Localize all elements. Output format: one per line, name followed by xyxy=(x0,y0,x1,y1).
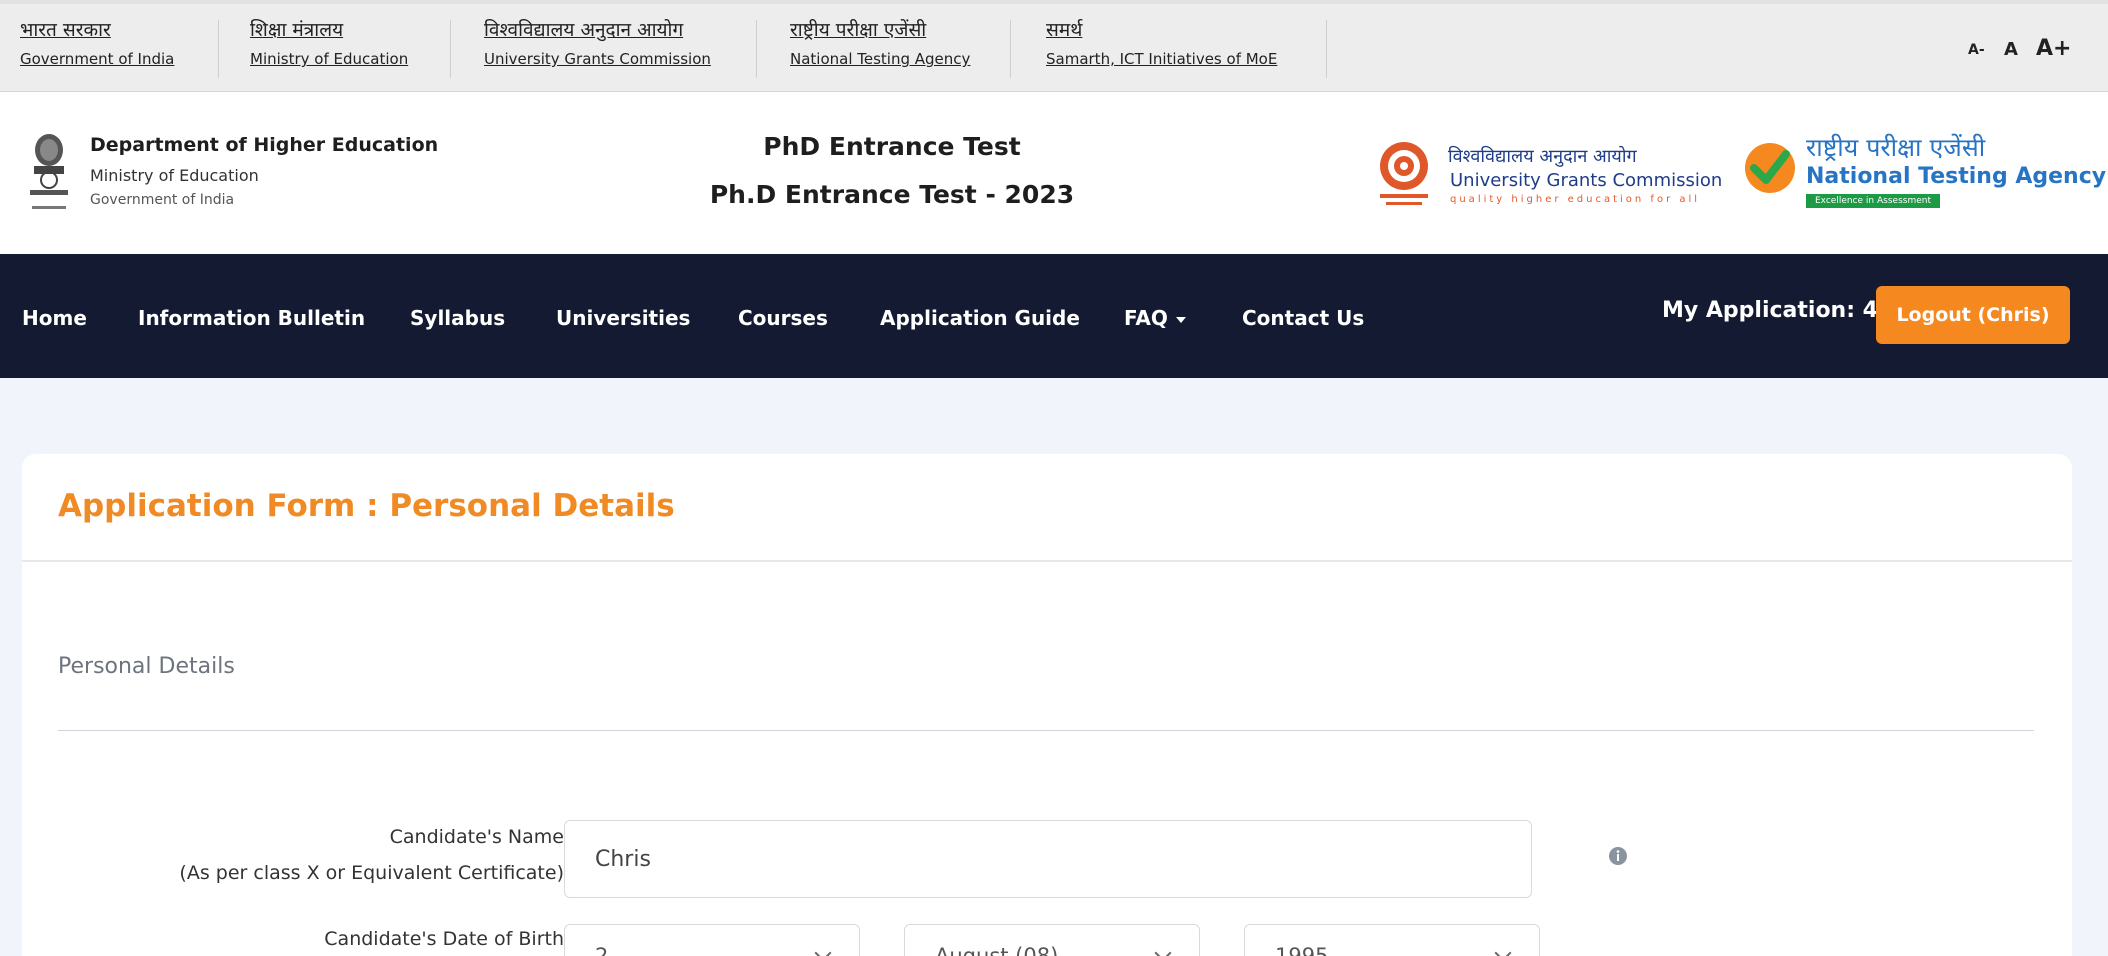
dob-month-value: August (08) xyxy=(935,944,1059,956)
nav-courses[interactable]: Courses xyxy=(738,306,828,330)
ugc-logo-icon xyxy=(1380,142,1428,205)
nav-universities[interactable]: Universities xyxy=(556,306,690,330)
national-emblem-icon xyxy=(30,134,68,209)
candidate-name-input[interactable] xyxy=(564,820,1532,898)
nta-hindi-name: राष्ट्रीय परीक्षा एजेंसी xyxy=(1806,133,1986,162)
dob-day-select[interactable]: 2 xyxy=(564,924,860,956)
ugc-english-name: University Grants Commission xyxy=(1450,170,1723,191)
dob-year-value: 1995 xyxy=(1275,944,1329,956)
dob-year-select[interactable]: 1995 xyxy=(1244,924,1540,956)
nav-contact-us[interactable]: Contact Us xyxy=(1242,306,1364,330)
dob-month-select[interactable]: August (08) xyxy=(904,924,1200,956)
gov-link-nta[interactable]: राष्ट्रीय परीक्षा एजेंसी National Testin… xyxy=(790,18,970,70)
nav-application-guide[interactable]: Application Guide xyxy=(880,306,1080,330)
candidate-name-hint: (As per class X or Equivalent Certificat… xyxy=(179,862,564,884)
divider xyxy=(58,730,2034,731)
gov-link-hindi: विश्वविद्यालय अनुदान आयोग xyxy=(484,19,684,41)
divider xyxy=(22,560,2072,562)
chevron-down-icon xyxy=(1154,944,1172,956)
gov-link-government-of-india[interactable]: भारत सरकार Government of India xyxy=(20,18,174,70)
nav-information-bulletin[interactable]: Information Bulletin xyxy=(138,306,365,330)
gov-top-strip: भारत सरकार Government of India शिक्षा मं… xyxy=(0,0,2108,92)
nav-syllabus[interactable]: Syllabus xyxy=(410,306,505,330)
caret-down-icon xyxy=(1175,316,1186,323)
font-reset-button[interactable]: A xyxy=(2004,39,2018,60)
dob-label: Candidate's Date of Birth xyxy=(324,928,564,950)
divider xyxy=(756,20,757,78)
divider xyxy=(1326,20,1327,78)
chevron-down-icon xyxy=(814,944,832,956)
gov-link-hindi: समर्थ xyxy=(1046,19,1083,41)
nta-english-name: National Testing Agency xyxy=(1806,164,2107,189)
dept-ministry: Ministry of Education xyxy=(90,166,259,185)
my-application-count[interactable]: My Application: 4 xyxy=(1662,298,1878,323)
gov-link-ugc[interactable]: विश्वविद्यालय अनुदान आयोग University Gra… xyxy=(484,18,711,70)
dept-government: Government of India xyxy=(90,192,235,208)
application-form-card: Application Form : Personal Details Pers… xyxy=(22,454,2072,956)
logout-button[interactable]: Logout (Chris) xyxy=(1876,286,2070,344)
divider xyxy=(218,20,219,78)
gov-link-english: Government of India xyxy=(20,50,175,68)
dob-day-value: 2 xyxy=(595,944,609,956)
gov-link-english: Samarth, ICT Initiatives of MoE xyxy=(1046,50,1278,68)
nav-faq-label: FAQ xyxy=(1124,306,1168,330)
section-heading: Personal Details xyxy=(58,654,235,679)
gov-link-hindi: राष्ट्रीय परीक्षा एजेंसी xyxy=(790,19,927,41)
site-header: Department of Higher Education Ministry … xyxy=(0,92,2108,254)
dept-title: Department of Higher Education xyxy=(90,134,439,156)
divider xyxy=(1010,20,1011,78)
ugc-tagline: quality higher education for all xyxy=(1450,194,1701,205)
nav-faq-dropdown[interactable]: FAQ xyxy=(1124,306,1186,330)
font-decrease-button[interactable]: A- xyxy=(1968,42,1985,58)
info-icon[interactable] xyxy=(1608,846,1628,866)
gov-link-hindi: शिक्षा मंत्रालय xyxy=(250,19,344,41)
nav-home[interactable]: Home xyxy=(22,306,87,330)
form-title: Application Form : Personal Details xyxy=(58,488,675,524)
gov-link-hindi: भारत सरकार xyxy=(20,19,111,41)
gov-link-english: National Testing Agency xyxy=(790,50,971,68)
gov-link-english: University Grants Commission xyxy=(484,50,711,68)
font-increase-button[interactable]: A+ xyxy=(2036,36,2071,61)
candidate-name-label: Candidate's Name xyxy=(389,826,564,848)
main-navbar: Home Information Bulletin Syllabus Unive… xyxy=(0,254,2108,378)
nta-tagline: Excellence in Assessment xyxy=(1806,194,1940,208)
page-subtitle: Ph.D Entrance Test - 2023 xyxy=(709,180,1075,209)
page-title: PhD Entrance Test xyxy=(763,132,1021,161)
nta-check-logo-icon xyxy=(1745,143,1795,193)
gov-link-english: Ministry of Education xyxy=(250,50,409,68)
gov-link-ministry-of-education[interactable]: शिक्षा मंत्रालय Ministry of Education xyxy=(250,18,408,70)
ugc-hindi-name: विश्वविद्यालय अनुदान आयोग xyxy=(1448,146,1637,167)
chevron-down-icon xyxy=(1494,944,1512,956)
divider xyxy=(450,20,451,78)
gov-link-samarth[interactable]: समर्थ Samarth, ICT Initiatives of MoE xyxy=(1046,18,1277,70)
